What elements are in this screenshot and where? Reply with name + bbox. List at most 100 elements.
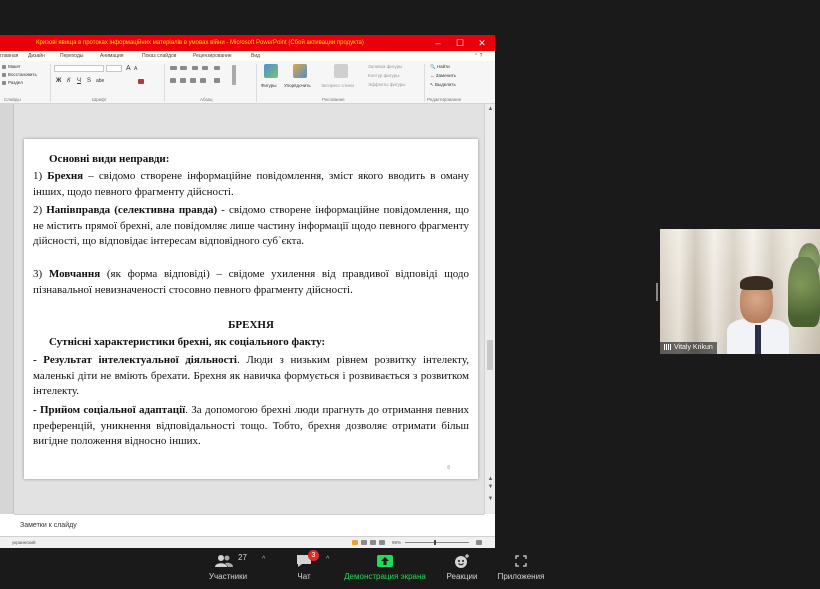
apps-icon xyxy=(515,555,527,567)
reading-view-icon[interactable] xyxy=(370,540,376,545)
item1-number: 1) xyxy=(33,170,48,182)
participant-video-tile[interactable]: Vitaly Krikun xyxy=(660,229,820,354)
sorter-view-icon[interactable] xyxy=(361,540,367,545)
apps-label: Приложения xyxy=(497,572,545,581)
slide-item-adaptation: - Прийом соціальної адаптації. За допомо… xyxy=(33,403,469,450)
zoom-slider[interactable] xyxy=(405,542,469,543)
meeting-toolbar: 27 Участники ^ 3 Чат ^ Демонстрация экра… xyxy=(0,548,820,589)
shape-fill-button[interactable]: Заливка фигуры xyxy=(368,64,402,69)
quick-styles-icon[interactable] xyxy=(334,64,348,78)
ppt-title-bar: Кризові явища в протоках інформаційних м… xyxy=(0,35,495,51)
signal-strength-icon xyxy=(664,344,672,350)
zoom-level[interactable]: 98% xyxy=(392,540,401,545)
scroll-up-icon[interactable]: ▲ xyxy=(486,106,495,112)
shape-outline-button[interactable]: Контур фигуры xyxy=(368,73,399,78)
item5-term: - Прийом соціальної адаптації xyxy=(33,404,186,416)
underline-button[interactable]: Ч xyxy=(77,78,81,84)
select-button[interactable]: ↖ Выделить xyxy=(430,82,456,88)
share-screen-button[interactable]: Демонстрация экрана xyxy=(340,548,430,589)
slide-canvas[interactable]: Основні види неправди: 1) Брехня – свідо… xyxy=(24,139,478,479)
participants-button[interactable]: 27 Участники xyxy=(198,548,258,589)
ppt-window-title: Кризові явища в протоках інформаційних м… xyxy=(36,40,364,46)
tab-view[interactable]: Вид xyxy=(251,53,260,59)
layout-button[interactable]: Макет xyxy=(8,64,21,69)
participants-count: 27 xyxy=(238,553,247,562)
slide-item-intellect: - Результат інтелектуальної діяльності. … xyxy=(33,353,469,400)
participants-label: Участники xyxy=(208,572,248,581)
item3-term: Мовчання xyxy=(48,268,101,280)
slides-group-label: Слайды xyxy=(4,97,21,102)
tab-design[interactable]: Дизайн xyxy=(28,53,45,59)
item2-term: Напівправда (селективна правда) xyxy=(46,204,218,216)
item4-term: - Результат інтелектуальної діяльності xyxy=(33,354,237,366)
bold-button[interactable]: Ж xyxy=(56,78,61,84)
heading-lie: БРЕХНЯ xyxy=(228,319,274,331)
participant-hair xyxy=(740,276,773,290)
slideshow-view-icon[interactable] xyxy=(379,540,385,545)
section-button[interactable]: Раздел xyxy=(8,80,23,85)
reactions-label: Реакции xyxy=(446,572,478,581)
font-shrink-button[interactable]: A xyxy=(134,66,137,72)
chat-caret-icon[interactable]: ^ xyxy=(326,556,329,563)
replace-label: Заменить xyxy=(435,73,456,78)
zoom-slider-knob[interactable] xyxy=(434,540,436,545)
maximize-icon[interactable]: ☐ xyxy=(449,35,471,51)
tab-transitions[interactable]: Переходы xyxy=(60,53,83,59)
tab-slideshow[interactable]: Показ слайдов xyxy=(142,53,176,59)
next-slide-icon[interactable]: ▼ xyxy=(486,496,495,502)
italic-button[interactable]: К xyxy=(67,78,71,84)
reset-button[interactable]: Восстановить xyxy=(8,72,37,77)
shapes-button[interactable]: Фигуры xyxy=(261,83,277,88)
normal-view-icon[interactable] xyxy=(352,540,358,545)
drawing-group-label: Рисование xyxy=(322,97,345,102)
view-splitter-handle[interactable] xyxy=(656,283,658,301)
shape-effects-button[interactable]: Эффекты фигуры xyxy=(368,82,406,87)
slide-heading-lie: БРЕХНЯ xyxy=(33,318,469,334)
tab-home[interactable]: главная xyxy=(0,53,18,59)
reactions-icon xyxy=(455,554,469,568)
heading-lie-types: Основні види неправди: xyxy=(49,153,170,165)
font-name-select[interactable] xyxy=(54,65,104,72)
fit-slide-icon[interactable] xyxy=(476,540,482,545)
status-bar: украинский 98% xyxy=(0,536,495,548)
help-icon[interactable]: ⌃ ? xyxy=(474,53,482,59)
slide-heading-lie-types: Основні види неправди: xyxy=(33,152,469,168)
chat-button[interactable]: 3 Чат xyxy=(282,548,326,589)
quick-styles-button[interactable]: Экспресс-стили xyxy=(321,83,354,88)
chat-label: Чат xyxy=(297,572,311,581)
vertical-scrollbar[interactable]: ▲ ▲ ▼ ▼ xyxy=(484,104,495,514)
minimize-icon[interactable]: – xyxy=(427,35,449,51)
item3-number: 3) xyxy=(33,268,49,280)
scrollbar-thumb[interactable] xyxy=(487,340,493,370)
slide-item-half-truth: 2) Напівправда (селективна правда) - сві… xyxy=(33,203,469,250)
item2-number: 2) xyxy=(33,204,47,216)
notes-pane[interactable]: Заметки к слайду xyxy=(14,514,484,536)
arrange-icon[interactable] xyxy=(293,64,307,78)
strike-button[interactable]: S xyxy=(87,78,91,84)
char-spacing-button[interactable]: abe xyxy=(96,78,104,84)
participants-icon xyxy=(215,555,233,567)
paragraph-group-label: Абзац xyxy=(200,97,213,102)
participants-caret-icon[interactable]: ^ xyxy=(262,556,265,563)
language-indicator[interactable]: украинский xyxy=(12,540,35,545)
close-icon[interactable]: ✕ xyxy=(471,35,493,51)
arrange-button[interactable]: Упорядочить xyxy=(284,83,311,88)
shapes-icon[interactable] xyxy=(264,64,278,78)
tab-animations[interactable]: Анимация xyxy=(100,53,123,59)
reactions-button[interactable]: Реакции xyxy=(440,548,484,589)
font-size-select[interactable] xyxy=(106,65,122,72)
ribbon-tabs: главная Дизайн Переходы Анимация Показ с… xyxy=(0,51,495,61)
scroll-down-icon[interactable]: ▼ xyxy=(486,484,495,490)
tab-review[interactable]: Рецензирование xyxy=(193,53,232,59)
share-screen-icon xyxy=(377,555,393,567)
item1-definition: – свідомо створене інформаційне повідомл… xyxy=(33,170,469,198)
slide-heading-characteristics: Сутнісні характеристики брехні, як соціа… xyxy=(33,335,469,351)
chat-unread-badge: 3 xyxy=(308,550,319,561)
slides-pane-collapsed[interactable] xyxy=(0,104,14,514)
font-grow-button[interactable]: A xyxy=(126,65,131,72)
replace-button[interactable]: ↔ Заменить xyxy=(430,73,456,78)
scroll-up-page-icon[interactable]: ▲ xyxy=(486,476,495,482)
find-button[interactable]: 🔍 Найти xyxy=(430,64,450,70)
share-screen-label: Демонстрация экрана xyxy=(344,572,426,581)
apps-button[interactable]: Приложения xyxy=(494,548,548,589)
